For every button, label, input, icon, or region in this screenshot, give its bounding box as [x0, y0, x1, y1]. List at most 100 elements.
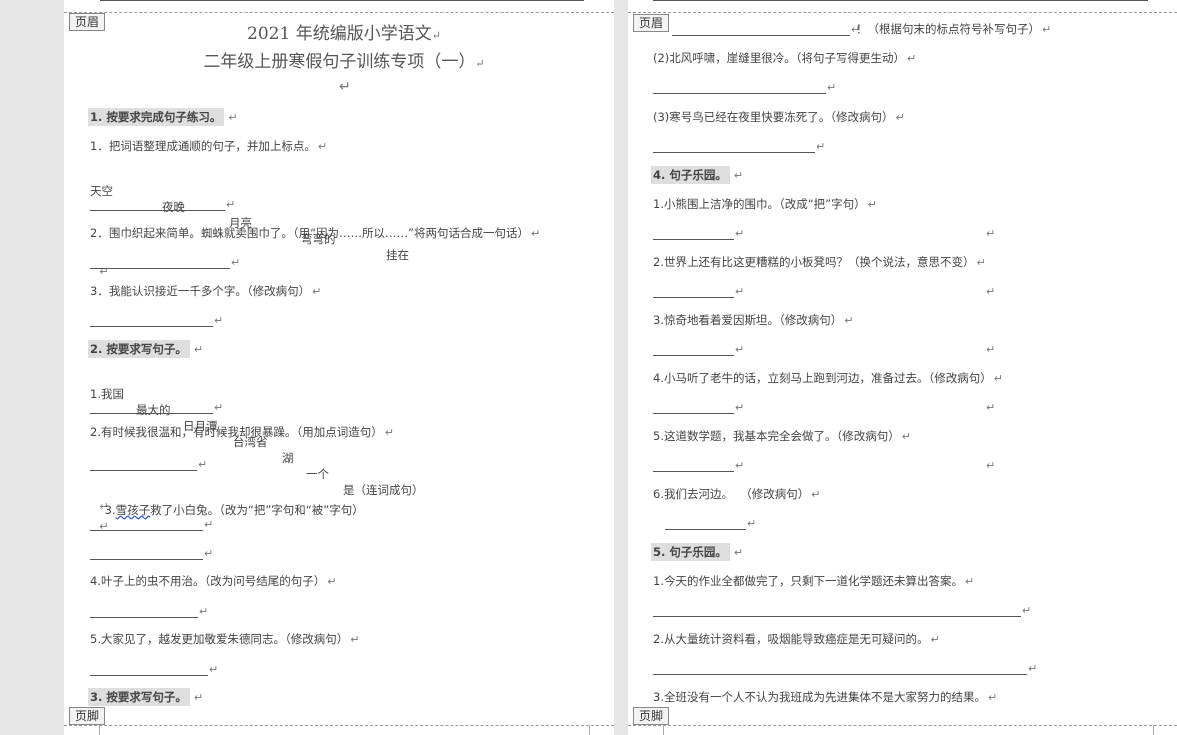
question-text: 3．我能认识接近一千多个字。（修改病句） ↵	[90, 284, 322, 298]
paragraph-mark: ↵	[191, 690, 204, 706]
crop-mark	[653, 725, 664, 735]
question-text: 1.今天的作业全都做完了，只剩下一道化学题还未算出答案。 ↵	[653, 574, 975, 588]
question-text: 2.从大量统计资料看，吸烟能导致癌症是无可疑问的。 ↵	[653, 632, 940, 646]
crop-mark	[589, 725, 600, 735]
paragraph-mark: ↵	[735, 343, 745, 356]
question-text: 2.世界上还有比这更糟糕的小板凳吗？（换个说法，意思不变） ↵	[653, 255, 986, 269]
paragraph-mark: ↵	[384, 426, 394, 439]
word: 湖	[282, 451, 294, 465]
question-text: (3)寒号鸟已经在夜里快要冻死了。（修改病句） ↵	[653, 110, 905, 124]
answer-blank[interactable]	[653, 616, 1021, 617]
header-boundary	[64, 12, 614, 13]
paragraph-mark: ↵	[99, 265, 109, 278]
answer-blank[interactable]	[90, 559, 203, 560]
document-title-line2: 二年级上册寒假句子训练专项（一）↵	[203, 52, 485, 72]
paragraph-mark: ↵	[986, 343, 996, 356]
page-top-border	[653, 0, 1148, 1]
paragraph-mark: ↵	[204, 518, 214, 531]
answer-blank[interactable]	[90, 210, 225, 211]
document-page-left: 页眉 2021 年统编版小学语文↵ 二年级上册寒假句子训练专项（一）↵ ↵ 1.…	[64, 0, 614, 735]
answer-blank[interactable]	[653, 355, 734, 356]
header-boundary	[628, 12, 1177, 13]
word: 1.我国	[90, 387, 124, 401]
section-heading-2: 2. 按要求写句子。 ↵	[88, 340, 204, 358]
question-text: 4.叶子上的虫不用治。（改为问号结尾的句子） ↵	[90, 574, 337, 588]
question-text: 2.有时候我很温和，有时候我却很暴躁。（用加点词造句） ↵	[90, 425, 394, 439]
paragraph-mark: ↵	[907, 52, 917, 65]
paragraph-mark: ↵	[530, 227, 541, 240]
paragraph-mark: ↵	[844, 314, 854, 327]
paragraph-mark: ↵	[1028, 662, 1038, 675]
answer-blank[interactable]	[653, 413, 734, 414]
question-text: 3.惊奇地看着爱因斯坦。（修改病句） ↵	[653, 313, 854, 327]
question-text: 3.全班没有一个人不认为我班成为先进集体不是大家努力的结果。 ↵	[653, 690, 998, 704]
section-heading-3: 3. 按要求写句子。 ↵	[88, 688, 204, 706]
footer-label[interactable]: 页脚	[633, 707, 670, 725]
paragraph-mark: ↵	[827, 81, 837, 94]
question-text: 1．把词语整理成通顺的句子，并加上标点。 ↵	[90, 139, 328, 153]
question-text: 1.小熊围上洁净的围巾。（改成“把”字句） ↵	[653, 197, 877, 211]
question-text: 2．围巾织起来简单。蜘蛛就卖围巾了。（用“因为……所以……”将两句话合成一句话）…	[90, 226, 541, 240]
paragraph-mark: ↵	[986, 459, 996, 472]
section-heading-5: 5. 句子乐园。 ↵	[651, 543, 744, 561]
question-text: 5.大家见了，越发更加敬爱朱德同志。（修改病句） ↵	[90, 632, 360, 646]
footer-boundary	[64, 725, 614, 726]
question-text: 3.雪孩子救了小白兔。（改为“把”字句和“被”字句） ↵	[99, 503, 364, 533]
answer-blank[interactable]	[653, 239, 734, 240]
answer-blank[interactable]	[90, 413, 213, 414]
question-text: 5.这道数学题，我基本完全会做了。（修改病句） ↵	[653, 429, 911, 443]
answer-blank[interactable]	[653, 674, 1027, 675]
word-list: 天空 夜晚 月亮 弯弯的 挂在 ↵	[90, 167, 409, 280]
paragraph-mark: ↵	[204, 547, 214, 560]
page-top-border	[100, 0, 584, 1]
header-label[interactable]: 页眉	[633, 14, 670, 32]
paragraph-mark: ↵	[317, 140, 328, 153]
paragraph-mark: ↵	[930, 633, 940, 646]
paragraph-mark: ↵	[747, 517, 757, 530]
section-heading-4: 4. 句子乐园。 ↵	[651, 166, 744, 184]
answer-blank[interactable]	[90, 326, 213, 327]
paragraph-mark: ↵	[214, 401, 224, 414]
paragraph-mark: ↵	[731, 545, 744, 561]
word: 夜晚	[162, 200, 185, 214]
answer-blank[interactable]	[653, 152, 815, 153]
answer-blank[interactable]	[90, 470, 197, 471]
answer-blank[interactable]	[665, 529, 746, 530]
answer-blank[interactable]	[672, 35, 850, 36]
crop-mark	[89, 725, 100, 735]
word: 挂在	[386, 248, 409, 262]
paragraph-mark: ↵	[226, 198, 236, 211]
answer-blank[interactable]	[653, 93, 826, 94]
footer-boundary	[628, 725, 1177, 726]
paragraph-mark: ↵	[350, 633, 360, 646]
paragraph-mark: ↵	[986, 227, 996, 240]
paragraph-mark: ↵	[214, 314, 224, 327]
document-page-right: 页眉 ！（根据句末的标点符号补写句子） ↵ (2)北风呼啸，崖缝里很冷。（将句子写…	[628, 0, 1177, 735]
document-title-line1: 2021 年统编版小学语文↵	[247, 24, 441, 44]
paragraph-mark: ↵	[901, 430, 911, 443]
paragraph-mark: ↵	[735, 459, 745, 472]
answer-blank[interactable]	[653, 471, 734, 472]
paragraph-mark: ↵	[895, 111, 905, 124]
answer-blank[interactable]	[90, 530, 203, 531]
paragraph-mark: ↵	[1022, 604, 1032, 617]
answer-blank[interactable]	[653, 297, 734, 298]
paragraph-mark: ↵	[327, 575, 337, 588]
paragraph-mark: ↵	[1042, 23, 1052, 36]
question-text: ！（根据句末的标点符号补写句子） ↵	[856, 22, 1052, 36]
answer-blank[interactable]	[90, 268, 230, 269]
paragraph-mark: ↵	[226, 110, 238, 126]
paragraph-mark: ↵	[976, 256, 986, 269]
paragraph-mark: ↵	[986, 285, 996, 298]
paragraph-mark: ↵	[209, 663, 219, 676]
footer-label[interactable]: 页脚	[69, 707, 106, 725]
spellcheck-word[interactable]: 雪孩子	[116, 503, 151, 517]
paragraph-mark: ↵	[231, 256, 241, 269]
paragraph-mark: ↵	[816, 140, 826, 153]
answer-blank[interactable]	[90, 617, 198, 618]
paragraph-mark: ↵	[964, 575, 975, 588]
answer-blank[interactable]	[90, 675, 208, 676]
paragraph-mark: ↵	[735, 227, 745, 240]
paragraph-mark: ↵	[199, 605, 209, 618]
paragraph-mark: ↵	[811, 488, 821, 501]
